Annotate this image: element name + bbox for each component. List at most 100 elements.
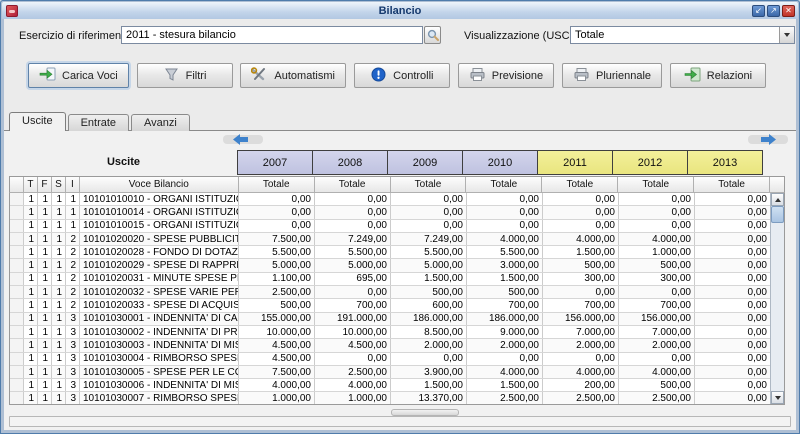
cell-value-2010[interactable]: 186.000,00 [467, 313, 543, 325]
cell-value-2012[interactable]: 0,00 [619, 220, 695, 232]
cell-value-2013[interactable]: 0,00 [695, 379, 771, 391]
controlli-button[interactable]: Controlli [354, 63, 450, 88]
cell-value-2008[interactable]: 0,00 [315, 193, 391, 205]
cell-value-2012[interactable]: 7.000,00 [619, 326, 695, 338]
row-selector-cell[interactable] [10, 392, 24, 404]
cell-value-2009[interactable]: 13.370,00 [391, 392, 467, 404]
cell-voce-bilancio[interactable]: 10101030005 - SPESE PER LE COMMISSIONI [80, 366, 239, 378]
vertical-scrollbar[interactable] [770, 193, 784, 404]
cell-value-2010[interactable]: 2.500,00 [467, 392, 543, 404]
row-selector-cell[interactable] [10, 379, 24, 391]
pluriennale-button[interactable]: Pluriennale [562, 63, 662, 88]
cell-value-2007[interactable]: 4.500,00 [239, 353, 315, 365]
row-selector-cell[interactable] [10, 299, 24, 311]
cell-voce-bilancio[interactable]: 10101030001 - INDENNITA' DI CARICA [80, 313, 239, 325]
cell-voce-bilancio[interactable]: 10101030006 - INDENNITA' DI MISSIONE [80, 379, 239, 391]
cell-value-2010[interactable]: 2.000,00 [467, 339, 543, 351]
row-selector-cell[interactable] [10, 233, 24, 245]
cell-value-2007[interactable]: 500,00 [239, 299, 315, 311]
cell-value-2010[interactable]: 1.500,00 [467, 273, 543, 285]
year-header-2013[interactable]: 2013 [687, 150, 763, 175]
cell-value-2009[interactable]: 8.500,00 [391, 326, 467, 338]
cell-value-2007[interactable]: 10.000,00 [239, 326, 315, 338]
combo-dropdown-button[interactable] [779, 27, 794, 43]
col-header-f[interactable]: F [38, 177, 52, 192]
row-selector-cell[interactable] [10, 273, 24, 285]
tab-avanzi[interactable]: Avanzi [131, 114, 190, 131]
cell-value-2008[interactable]: 4.500,00 [315, 339, 391, 351]
cell-value-2012[interactable]: 0,00 [619, 206, 695, 218]
cell-value-2007[interactable]: 4.500,00 [239, 339, 315, 351]
cell-value-2010[interactable]: 0,00 [467, 353, 543, 365]
col-header-totale-2008[interactable]: Totale [315, 177, 391, 192]
cell-value-2007[interactable]: 0,00 [239, 193, 315, 205]
cell-value-2008[interactable]: 4.000,00 [315, 379, 391, 391]
cell-value-2010[interactable]: 0,00 [467, 206, 543, 218]
scroll-years-right[interactable] [748, 134, 792, 145]
cell-voce-bilancio[interactable]: 10101020032 - SPESE VARIE PER IL C [80, 286, 239, 298]
tab-uscite[interactable]: Uscite [9, 112, 66, 131]
row-selector-cell[interactable] [10, 286, 24, 298]
cell-value-2011[interactable]: 7.000,00 [543, 326, 619, 338]
previsione-button[interactable]: Previsione [458, 63, 554, 88]
cell-value-2012[interactable]: 300,00 [619, 273, 695, 285]
cell-value-2012[interactable]: 0,00 [619, 353, 695, 365]
cell-value-2012[interactable]: 2.000,00 [619, 339, 695, 351]
year-header-2009[interactable]: 2009 [387, 150, 463, 175]
cell-value-2011[interactable]: 4.000,00 [543, 366, 619, 378]
cell-value-2013[interactable]: 0,00 [695, 366, 771, 378]
table-row[interactable]: 111310101030001 - INDENNITA' DI CARICA15… [10, 313, 784, 326]
cell-value-2010[interactable]: 3.000,00 [467, 259, 543, 271]
table-row[interactable]: 111310101030005 - SPESE PER LE COMMISSIO… [10, 366, 784, 379]
cell-voce-bilancio[interactable]: 10101020028 - FONDO DI DOTAZIONE [80, 246, 239, 258]
cell-value-2013[interactable]: 0,00 [695, 220, 771, 232]
cell-value-2009[interactable]: 5.000,00 [391, 259, 467, 271]
esercizio-field[interactable]: 2011 - stesura bilancio [121, 26, 423, 44]
cell-value-2008[interactable]: 5.000,00 [315, 259, 391, 271]
cell-value-2010[interactable]: 1.500,00 [467, 379, 543, 391]
cell-value-2010[interactable]: 4.000,00 [467, 233, 543, 245]
cell-value-2012[interactable]: 4.000,00 [619, 366, 695, 378]
year-header-2007[interactable]: 2007 [237, 150, 313, 175]
cell-value-2009[interactable]: 500,00 [391, 286, 467, 298]
table-row[interactable]: 111310101030006 - INDENNITA' DI MISSIONE… [10, 379, 784, 392]
cell-value-2011[interactable]: 1.500,00 [543, 246, 619, 258]
cell-value-2013[interactable]: 0,00 [695, 273, 771, 285]
filtri-button[interactable]: Filtri [137, 63, 233, 88]
cell-value-2009[interactable]: 0,00 [391, 220, 467, 232]
cell-value-2013[interactable]: 0,00 [695, 353, 771, 365]
scrollbar-thumb[interactable] [771, 206, 784, 223]
col-header-totale-2012[interactable]: Totale [618, 177, 694, 192]
cell-value-2008[interactable]: 0,00 [315, 286, 391, 298]
automatismi-button[interactable]: Automatismi [240, 63, 346, 88]
cell-value-2011[interactable]: 300,00 [543, 273, 619, 285]
cell-value-2010[interactable]: 0,00 [467, 193, 543, 205]
cell-value-2008[interactable]: 191.000,00 [315, 313, 391, 325]
cell-value-2012[interactable]: 1.000,00 [619, 246, 695, 258]
cell-value-2011[interactable]: 4.000,00 [543, 233, 619, 245]
cell-value-2013[interactable]: 0,00 [695, 206, 771, 218]
cell-value-2011[interactable]: 0,00 [543, 286, 619, 298]
cell-value-2013[interactable]: 0,00 [695, 326, 771, 338]
cell-value-2007[interactable]: 2.500,00 [239, 286, 315, 298]
col-header-t[interactable]: T [24, 177, 38, 192]
cell-value-2007[interactable]: 5.000,00 [239, 259, 315, 271]
col-header-totale-2009[interactable]: Totale [391, 177, 467, 192]
row-selector-cell[interactable] [10, 193, 24, 205]
cell-value-2009[interactable]: 186.000,00 [391, 313, 467, 325]
cell-value-2013[interactable]: 0,00 [695, 246, 771, 258]
cell-value-2008[interactable]: 2.500,00 [315, 366, 391, 378]
cell-value-2009[interactable]: 1.500,00 [391, 379, 467, 391]
table-row[interactable]: 111210101020028 - FONDO DI DOTAZIONE5.50… [10, 246, 784, 259]
table-row[interactable]: 111310101030003 - INDENNITA' DI MISSIONE… [10, 339, 784, 352]
cell-value-2010[interactable]: 4.000,00 [467, 366, 543, 378]
cell-value-2009[interactable]: 2.000,00 [391, 339, 467, 351]
table-row[interactable]: 111210101020029 - SPESE DI RAPPRESENTANZ… [10, 259, 784, 272]
col-header-voce-bilancio[interactable]: Voce Bilancio [80, 177, 239, 192]
cell-value-2007[interactable]: 0,00 [239, 220, 315, 232]
row-selector-cell[interactable] [10, 246, 24, 258]
table-row[interactable]: 111110101010014 - ORGANI ISTITUZIONALI0,… [10, 206, 784, 219]
row-selector-cell[interactable] [10, 313, 24, 325]
row-selector-cell[interactable] [10, 326, 24, 338]
cell-value-2009[interactable]: 5.500,00 [391, 246, 467, 258]
